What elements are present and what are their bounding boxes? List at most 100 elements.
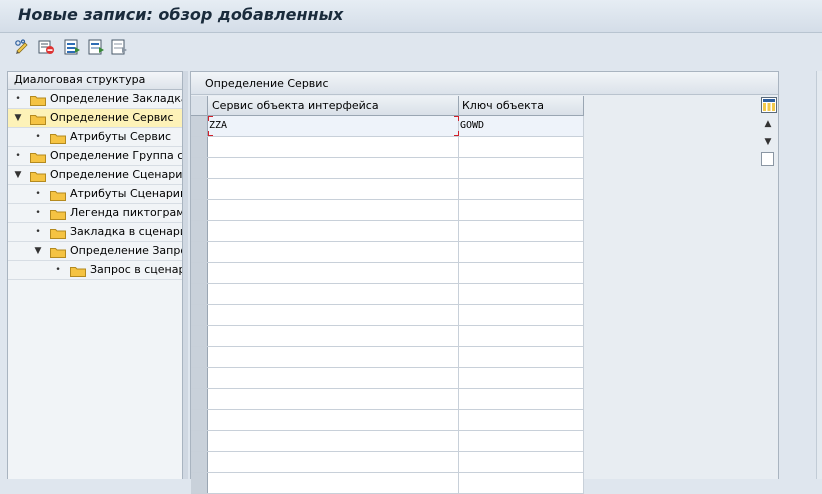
row-selector[interactable] [191,410,208,430]
scroll-down-icon[interactable]: ▼ [761,135,775,149]
tree-node[interactable]: • Определение Группа с [8,147,182,166]
interface-service-cell[interactable] [208,431,459,451]
column-header-interface-service[interactable]: Сервис объекта интерфейса [208,96,459,115]
interface-service-cell[interactable] [208,410,459,430]
row-selector[interactable] [191,326,208,346]
interface-service-cell[interactable]: ZZA [208,116,459,136]
tree-node[interactable]: • Легенда пиктограмм [8,204,182,223]
interface-service-cell[interactable] [208,284,459,304]
table-row [191,452,584,473]
tree-node[interactable]: • Закладка в сценарии [8,223,182,242]
scroll-thumb[interactable] [761,152,774,166]
row-selector[interactable] [191,116,208,136]
vertical-scrollbar[interactable]: ▲ ▼ [759,95,777,479]
object-key-cell[interactable] [459,221,584,241]
object-key-cell[interactable] [459,137,584,157]
interface-service-cell[interactable] [208,179,459,199]
folder-icon [30,170,46,182]
tree-node[interactable]: ▼ Определение Запрос [8,242,182,261]
object-key-cell[interactable] [459,431,584,451]
row-selector[interactable] [191,137,208,157]
interface-service-cell[interactable] [208,200,459,220]
interface-service-cell[interactable] [208,347,459,367]
row-selector[interactable] [191,221,208,241]
select-all-rows-button[interactable] [191,96,208,115]
row-selector[interactable] [191,347,208,367]
tree-node[interactable]: • Атрибуты Сервис [8,128,182,147]
interface-service-cell[interactable] [208,263,459,283]
folder-icon [50,189,66,201]
select-block-icon[interactable] [87,38,105,56]
interface-service-cell[interactable] [208,452,459,472]
interface-service-cell[interactable] [208,326,459,346]
row-selector[interactable] [191,179,208,199]
object-key-cell[interactable] [459,410,584,430]
tree-node[interactable]: • Запрос в сценар [8,261,182,280]
object-key-cell[interactable] [459,326,584,346]
leaf-bullet-icon: • [35,227,41,237]
tree-node-label: Определение Запрос [70,244,183,257]
object-key-cell[interactable] [459,284,584,304]
interface-service-cell[interactable] [208,158,459,178]
object-key-cell[interactable] [459,158,584,178]
panel-title: Определение Сервис [191,72,778,95]
table-body: ZZA GOWD [191,116,584,494]
leaf-bullet-icon: • [35,208,41,218]
pane-splitter[interactable] [183,71,188,479]
object-key-cell[interactable] [459,305,584,325]
select-all-icon[interactable] [63,38,81,56]
scroll-up-icon[interactable]: ▲ [761,117,775,131]
title-bar: Новые записи: обзор добавленных [0,0,822,33]
interface-service-cell[interactable] [208,242,459,262]
deselect-all-icon[interactable] [110,38,128,56]
row-selector[interactable] [191,263,208,283]
object-key-cell[interactable] [459,347,584,367]
interface-service-cell[interactable] [208,368,459,388]
object-key-cell[interactable]: GOWD [459,116,584,136]
interface-service-cell[interactable] [208,137,459,157]
row-selector[interactable] [191,242,208,262]
object-key-cell[interactable] [459,389,584,409]
object-key-cell[interactable] [459,263,584,283]
expand-arrow-icon[interactable]: ▼ [34,242,42,260]
object-key-cell[interactable] [459,242,584,262]
folder-icon [50,208,66,220]
tree-node[interactable]: • Атрибуты Сценарий [8,185,182,204]
object-key-cell[interactable] [459,368,584,388]
row-selector[interactable] [191,473,208,493]
tree-node[interactable]: ▼ Определение Сервис [8,109,182,128]
table-row [191,326,584,347]
row-selector[interactable] [191,158,208,178]
interface-service-cell[interactable] [208,305,459,325]
interface-service-cell[interactable] [208,389,459,409]
display-change-icon[interactable] [14,38,32,56]
expand-arrow-icon[interactable]: ▼ [14,166,22,184]
folder-icon [50,246,66,258]
object-key-cell[interactable] [459,179,584,199]
table-row [191,431,584,452]
leaf-bullet-icon: • [35,132,41,142]
column-header-object-key[interactable]: Ключ объекта [459,96,584,115]
object-key-cell[interactable] [459,452,584,472]
tree-node[interactable]: ▼ Определение Сценари [8,166,182,185]
row-selector[interactable] [191,431,208,451]
tree-node[interactable]: • Определение Закладка [8,90,182,109]
table-row: ZZA GOWD [191,116,584,137]
row-selector[interactable] [191,452,208,472]
row-selector[interactable] [191,305,208,325]
tree-node-label: Атрибуты Сценарий [70,187,183,200]
delete-icon[interactable] [37,38,55,56]
expand-arrow-icon[interactable]: ▼ [14,109,22,127]
row-selector[interactable] [191,389,208,409]
row-selector[interactable] [191,368,208,388]
row-selector[interactable] [191,200,208,220]
object-key-cell[interactable] [459,200,584,220]
dialog-structure-tree: • Определение Закладка ▼ Определение Сервис… [8,90,182,280]
object-key-cell[interactable] [459,473,584,493]
interface-service-cell[interactable] [208,221,459,241]
interface-service-cell[interactable] [208,473,459,493]
folder-icon [70,265,86,277]
folder-icon [30,151,46,163]
leaf-bullet-icon: • [15,94,21,104]
row-selector[interactable] [191,284,208,304]
